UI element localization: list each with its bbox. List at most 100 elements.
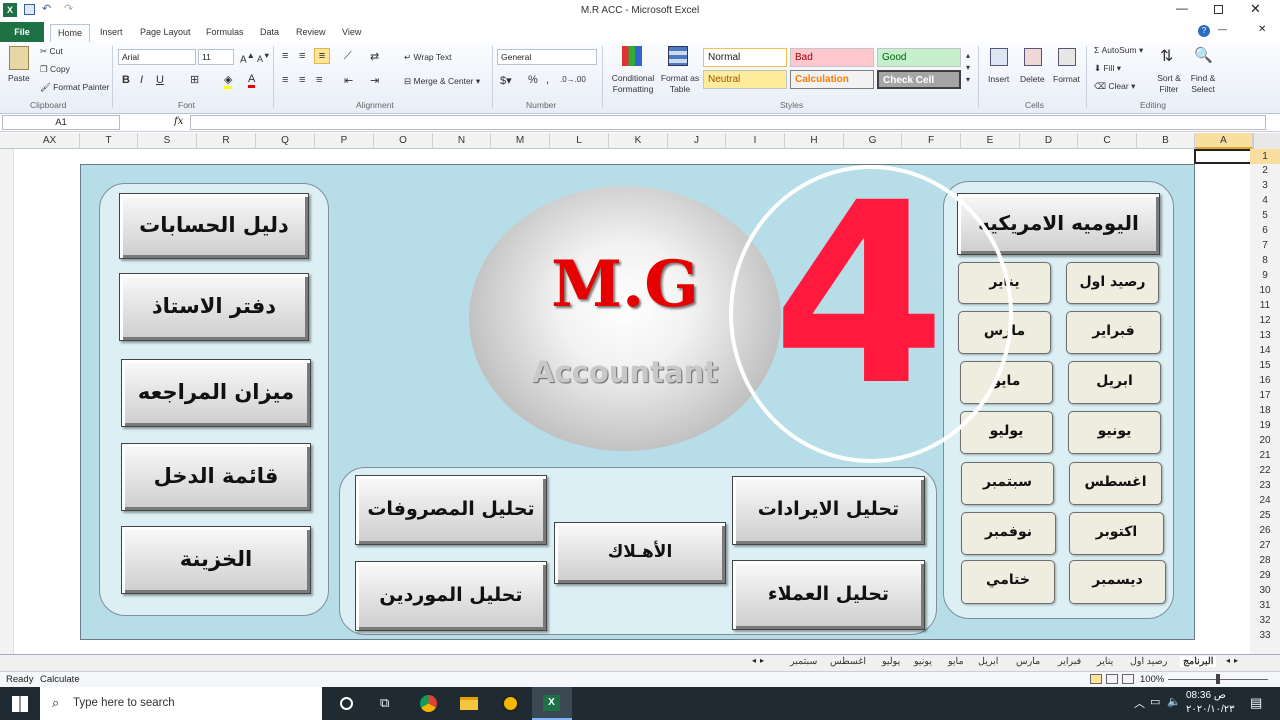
- row-header[interactable]: 20: [1250, 435, 1280, 446]
- notification-icon[interactable]: ▤: [1250, 695, 1262, 711]
- name-box[interactable]: A1: [2, 115, 120, 130]
- month-button[interactable]: رصيد اول: [1066, 262, 1159, 304]
- tab-formulas[interactable]: Formulas: [206, 24, 244, 42]
- text-direction-icon[interactable]: ⇄: [370, 50, 379, 63]
- row-header[interactable]: 28: [1250, 555, 1280, 566]
- sheet-tab[interactable]: فبراير: [1058, 656, 1081, 667]
- sheet-tab[interactable]: مارس: [1016, 656, 1040, 667]
- view-normal-icon[interactable]: [1090, 674, 1102, 684]
- view-pagebreak-icon[interactable]: [1122, 674, 1134, 684]
- chrome-icon[interactable]: [420, 695, 437, 712]
- underline-button[interactable]: U: [156, 74, 164, 86]
- row-header[interactable]: 18: [1250, 405, 1280, 416]
- fill-color-icon[interactable]: ◈: [224, 73, 233, 89]
- sheet-tab[interactable]: اغسطس: [830, 656, 866, 667]
- month-button[interactable]: ختامي: [961, 560, 1055, 604]
- wrap-text-button[interactable]: ↵ Wrap Text: [404, 52, 451, 63]
- row-header[interactable]: 32: [1250, 615, 1280, 626]
- row-header[interactable]: 11: [1250, 300, 1280, 311]
- row-header[interactable]: 23: [1250, 480, 1280, 491]
- month-button[interactable]: يونيو: [1068, 411, 1161, 454]
- sort-filter-icon[interactable]: ⇅: [1160, 46, 1173, 66]
- percent-icon[interactable]: %: [528, 74, 538, 86]
- zoom-level[interactable]: 100%: [1140, 674, 1164, 685]
- volume-icon[interactable]: 🔈: [1167, 695, 1181, 708]
- sheet-tab[interactable]: يوليو: [882, 656, 900, 667]
- row-header[interactable]: 26: [1250, 525, 1280, 536]
- orientation-icon[interactable]: ⟋: [344, 50, 352, 63]
- tab-insert[interactable]: Insert: [100, 24, 123, 42]
- copy-button[interactable]: ❐ Copy: [40, 64, 70, 75]
- month-button[interactable]: اكتوبر: [1069, 512, 1164, 555]
- minimize-button[interactable]: —: [1176, 1, 1188, 15]
- income-statement-button[interactable]: قائمة الدخل: [121, 443, 311, 511]
- sheet-tab[interactable]: يونيو: [914, 656, 932, 667]
- format-table-icon[interactable]: [668, 46, 688, 66]
- row-header[interactable]: 17: [1250, 390, 1280, 401]
- depreciation-button[interactable]: الأهـلاك: [554, 522, 726, 584]
- delete-cells-button[interactable]: Delete: [1020, 74, 1045, 84]
- month-button[interactable]: نوفمبر: [961, 512, 1056, 555]
- align-right-icon[interactable]: ≡: [316, 74, 322, 86]
- month-button[interactable]: ابريل: [1068, 361, 1161, 404]
- font-color-icon[interactable]: A: [248, 73, 256, 88]
- month-button[interactable]: يوليو: [960, 411, 1053, 454]
- autosum-button[interactable]: Σ AutoSum ▾: [1094, 45, 1143, 56]
- row-header[interactable]: 29: [1250, 570, 1280, 581]
- row-header[interactable]: 4: [1250, 195, 1280, 206]
- style-normal[interactable]: Normal: [703, 48, 787, 67]
- chart-of-accounts-button[interactable]: دليل الحسابات: [119, 193, 309, 259]
- binoculars-icon[interactable]: 🔍: [1194, 46, 1213, 64]
- treasury-button[interactable]: الخزينة: [121, 526, 311, 594]
- tab-file[interactable]: File: [0, 22, 44, 42]
- sheet-tab[interactable]: ابريل: [978, 656, 998, 667]
- tab-page-layout[interactable]: Page Layout: [140, 24, 191, 42]
- row-header[interactable]: 31: [1250, 600, 1280, 611]
- style-calculation[interactable]: Calculation: [790, 70, 874, 89]
- clock-time[interactable]: 08:36 ص: [1186, 690, 1226, 701]
- column-header[interactable]: D: [1020, 133, 1078, 149]
- sheet-scroll-icons[interactable]: ◂▸: [1226, 656, 1242, 665]
- align-middle-icon[interactable]: ≡: [299, 50, 305, 62]
- increase-decimal-icon[interactable]: .0→.00: [560, 75, 586, 84]
- row-header[interactable]: 33: [1250, 630, 1280, 641]
- format-cells-button[interactable]: Format: [1053, 74, 1080, 84]
- row-header[interactable]: 2: [1250, 165, 1280, 176]
- font-size-select[interactable]: 11: [198, 49, 234, 65]
- row-header[interactable]: 7: [1250, 240, 1280, 251]
- restore-button[interactable]: [1214, 5, 1223, 14]
- merge-center-button[interactable]: ⊟ Merge & Center ▾: [404, 76, 480, 87]
- row-header[interactable]: 14: [1250, 345, 1280, 356]
- view-layout-icon[interactable]: [1106, 674, 1118, 684]
- windows-start-icon[interactable]: [12, 696, 28, 712]
- column-header[interactable]: A: [1195, 133, 1253, 149]
- fx-icon[interactable]: fx: [174, 116, 183, 127]
- column-header[interactable]: J: [668, 133, 726, 149]
- row-header[interactable]: 19: [1250, 420, 1280, 431]
- row-header[interactable]: 3: [1250, 180, 1280, 191]
- row-header[interactable]: 5: [1250, 210, 1280, 221]
- revenues-analysis-button[interactable]: تحليل الايرادات: [732, 476, 925, 545]
- active-cell-a1[interactable]: [1194, 149, 1252, 164]
- customers-analysis-button[interactable]: تحليل العملاء: [732, 560, 925, 630]
- align-top-icon[interactable]: ≡: [282, 50, 288, 62]
- zoom-thumb[interactable]: [1216, 674, 1220, 684]
- decrease-indent-icon[interactable]: ⇤: [344, 74, 353, 87]
- left-scrollbar[interactable]: [0, 149, 14, 654]
- column-header[interactable]: B: [1137, 133, 1195, 149]
- file-explorer-icon[interactable]: [460, 697, 478, 710]
- shrink-font-icon[interactable]: A▼: [257, 51, 270, 64]
- column-header[interactable]: C: [1078, 133, 1137, 149]
- column-header[interactable]: T: [80, 133, 138, 149]
- style-bad[interactable]: Bad: [790, 48, 874, 67]
- style-check-cell[interactable]: Check Cell: [877, 70, 961, 89]
- cortana-icon[interactable]: [340, 697, 353, 710]
- borders-icon[interactable]: ⊞: [190, 73, 199, 86]
- formula-input[interactable]: [190, 115, 1266, 130]
- conditional-formatting-button[interactable]: Conditional Formatting: [608, 73, 658, 95]
- sheet-tab[interactable]: يناير: [1097, 656, 1113, 667]
- insert-cells-icon[interactable]: [990, 48, 1008, 66]
- row-header[interactable]: 9: [1250, 270, 1280, 281]
- comma-icon[interactable]: ,: [546, 74, 549, 86]
- column-header[interactable]: K: [609, 133, 668, 149]
